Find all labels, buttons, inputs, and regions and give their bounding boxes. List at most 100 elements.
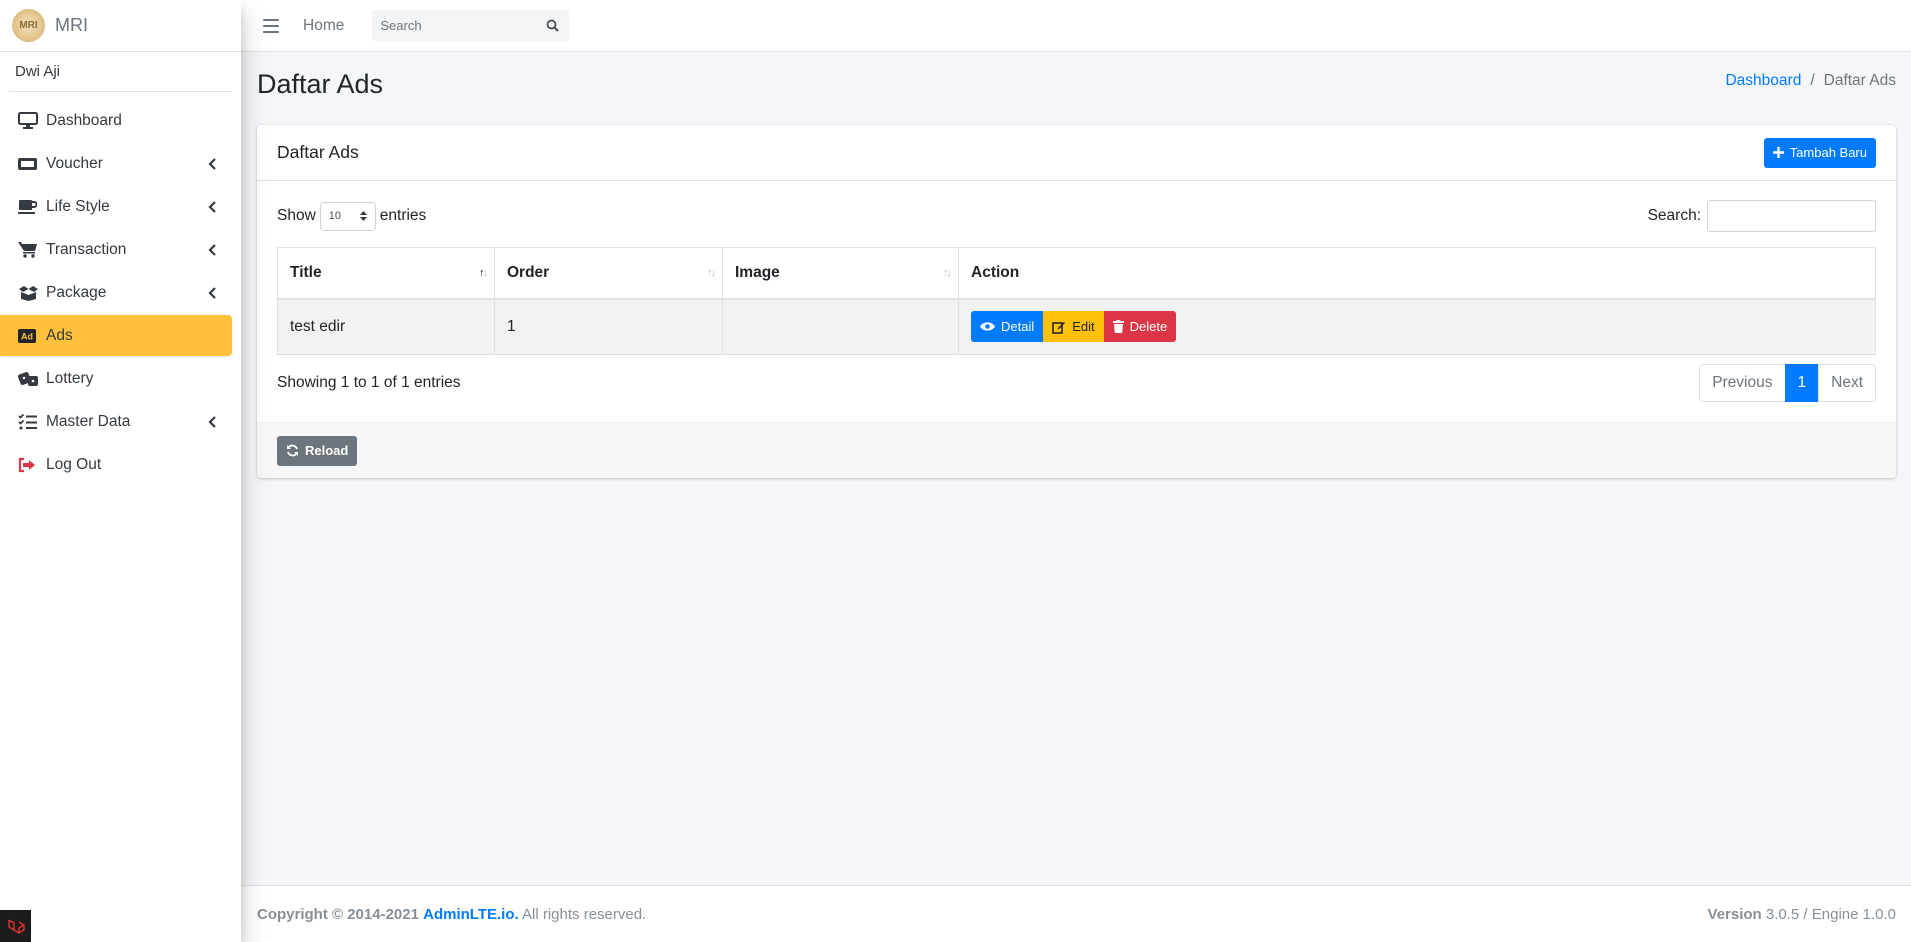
sidebar-item-package[interactable]: Package [0, 272, 232, 313]
ticket-icon [18, 155, 42, 173]
chevron-left-icon [208, 286, 216, 299]
pagination-next[interactable]: Next [1818, 364, 1876, 402]
search-label: Search: [1647, 207, 1701, 224]
ads-table: Title ↑↓ Order ↑↓ Image ↑↓ Action test e… [277, 247, 1876, 355]
show-entries: Show 10 entries [277, 201, 427, 231]
tasks-icon [18, 413, 42, 431]
column-header-title[interactable]: Title ↑↓ [277, 247, 495, 300]
top-navbar: Home [241, 0, 1911, 52]
edit-label: Edit [1072, 319, 1095, 335]
adminlte-link[interactable]: AdminLTE.io. [423, 906, 519, 923]
hamburger-menu-icon[interactable] [263, 18, 279, 33]
sidebar-item-ads[interactable]: Ad Ads [0, 315, 232, 356]
cell-action: Detail Edit Delete [958, 298, 1876, 355]
coffee-icon [18, 198, 42, 216]
content-wrapper: Daftar Ads Dashboard / Daftar Ads Daftar… [241, 52, 1911, 885]
page-title: Daftar Ads [257, 69, 384, 99]
eye-icon [980, 322, 995, 331]
detail-button[interactable]: Detail [971, 311, 1044, 343]
reload-label: Reload [305, 443, 349, 458]
column-action-label: Action [971, 263, 1020, 281]
version-value: 3.0.5 / Engine 1.0.0 [1765, 905, 1896, 923]
sidebar-item-label: Dashboard [46, 111, 122, 129]
add-new-label: Tambah Baru [1789, 145, 1867, 160]
sidebar-item-label: Lottery [46, 369, 94, 387]
column-image-label: Image [735, 263, 780, 281]
sidebar-item-label: Ads [46, 326, 73, 344]
card-title: Daftar Ads [277, 142, 359, 162]
brand-text: MRI [55, 15, 88, 35]
copyright-text: Copyright © 2014-2021 [257, 905, 419, 923]
show-label: Show [277, 207, 316, 224]
svg-text:Ad: Ad [21, 331, 33, 341]
column-title-label: Title [290, 263, 322, 281]
brand-logo-text: MRI [19, 20, 38, 31]
chevron-left-icon [208, 200, 216, 213]
navbar-search-input[interactable] [372, 18, 538, 33]
brand-link[interactable]: MRI MRI [0, 0, 241, 52]
ads-card: Daftar Ads Tambah Baru Show 10 entries S… [257, 125, 1896, 478]
search-button[interactable] [537, 10, 567, 41]
user-panel[interactable]: Dwi Aji [9, 52, 232, 92]
cell-order: 1 [494, 298, 723, 355]
sidebar-item-master-data[interactable]: Master Data [0, 401, 232, 442]
breadcrumb-dashboard-link[interactable]: Dashboard [1725, 72, 1801, 90]
sidebar-item-voucher[interactable]: Voucher [0, 143, 232, 184]
page-length-select[interactable]: 10 [319, 201, 376, 231]
main-footer: Copyright © 2014-2021 AdminLTE.io. All r… [241, 885, 1911, 942]
footer-copyright: Copyright © 2014-2021 AdminLTE.io. All r… [257, 906, 646, 923]
sidebar-item-label: Log Out [46, 455, 102, 473]
ad-icon: Ad [18, 327, 42, 345]
pagination-page-1[interactable]: 1 [1784, 364, 1820, 402]
detail-label: Detail [1001, 319, 1035, 335]
select-arrows-icon [359, 211, 367, 221]
reload-button[interactable]: Reload [277, 435, 358, 466]
sidebar-item-life-style[interactable]: Life Style [0, 186, 232, 227]
sort-icon: ↑↓ [707, 266, 716, 279]
version-label: Version [1707, 905, 1762, 923]
edit-icon [1052, 321, 1066, 334]
sidebar-item-label: Transaction [46, 240, 127, 258]
column-header-action: Action [958, 247, 1876, 300]
user-name[interactable]: Dwi Aji [15, 63, 60, 80]
column-header-image[interactable]: Image ↑↓ [722, 247, 959, 300]
cell-title: test edir [277, 298, 495, 355]
footer-version: Version 3.0.5 / Engine 1.0.0 [1708, 906, 1896, 923]
datatable-search: Search: [1648, 200, 1876, 232]
chevron-left-icon [208, 415, 216, 428]
card-footer: Reload [257, 422, 1896, 478]
pagination-previous[interactable]: Previous [1699, 364, 1786, 402]
column-header-order[interactable]: Order ↑↓ [494, 247, 723, 300]
pagination: Previous 1 Next [1699, 364, 1876, 402]
sidebar-item-label: Package [46, 283, 107, 301]
laravel-debugbar-icon[interactable] [0, 910, 31, 942]
search-icon [546, 19, 559, 32]
rights-text: All rights reserved. [522, 905, 647, 923]
edit-button[interactable]: Edit [1043, 311, 1104, 343]
sync-icon [287, 444, 298, 457]
navbar-search [372, 10, 570, 41]
nav-home-link[interactable]: Home [303, 17, 344, 35]
sidebar-item-label: Life Style [46, 197, 110, 215]
datatable-search-input[interactable] [1707, 200, 1876, 232]
delete-button[interactable]: Delete [1103, 311, 1177, 343]
delete-label: Delete [1129, 319, 1168, 335]
entries-label: entries [379, 207, 427, 224]
trash-icon [1112, 320, 1124, 334]
brand-logo: MRI [12, 9, 45, 42]
sign-out-icon [18, 456, 42, 474]
action-button-group: Detail Edit Delete [971, 311, 1875, 343]
table-row: test edir 1 Detail Edit Delete [277, 298, 1876, 355]
main-sidebar: MRI MRI Dwi Aji Dashboard Voucher Life S… [0, 0, 241, 942]
add-new-button[interactable]: Tambah Baru [1763, 137, 1876, 168]
dice-icon [18, 370, 42, 388]
sidebar-item-label: Voucher [46, 154, 103, 172]
sidebar-item-log-out[interactable]: Log Out [0, 444, 232, 485]
sidebar-item-dashboard[interactable]: Dashboard [0, 100, 232, 141]
sidebar-item-lottery[interactable]: Lottery [0, 358, 232, 399]
sidebar-item-transaction[interactable]: Transaction [0, 229, 232, 270]
desktop-icon [18, 112, 42, 130]
datatable-footer: Showing 1 to 1 of 1 entries Previous 1 N… [277, 363, 1876, 403]
table-info: Showing 1 to 1 of 1 entries [277, 374, 461, 391]
sidebar-nav: Dashboard Voucher Life Style Transaction [0, 92, 241, 485]
